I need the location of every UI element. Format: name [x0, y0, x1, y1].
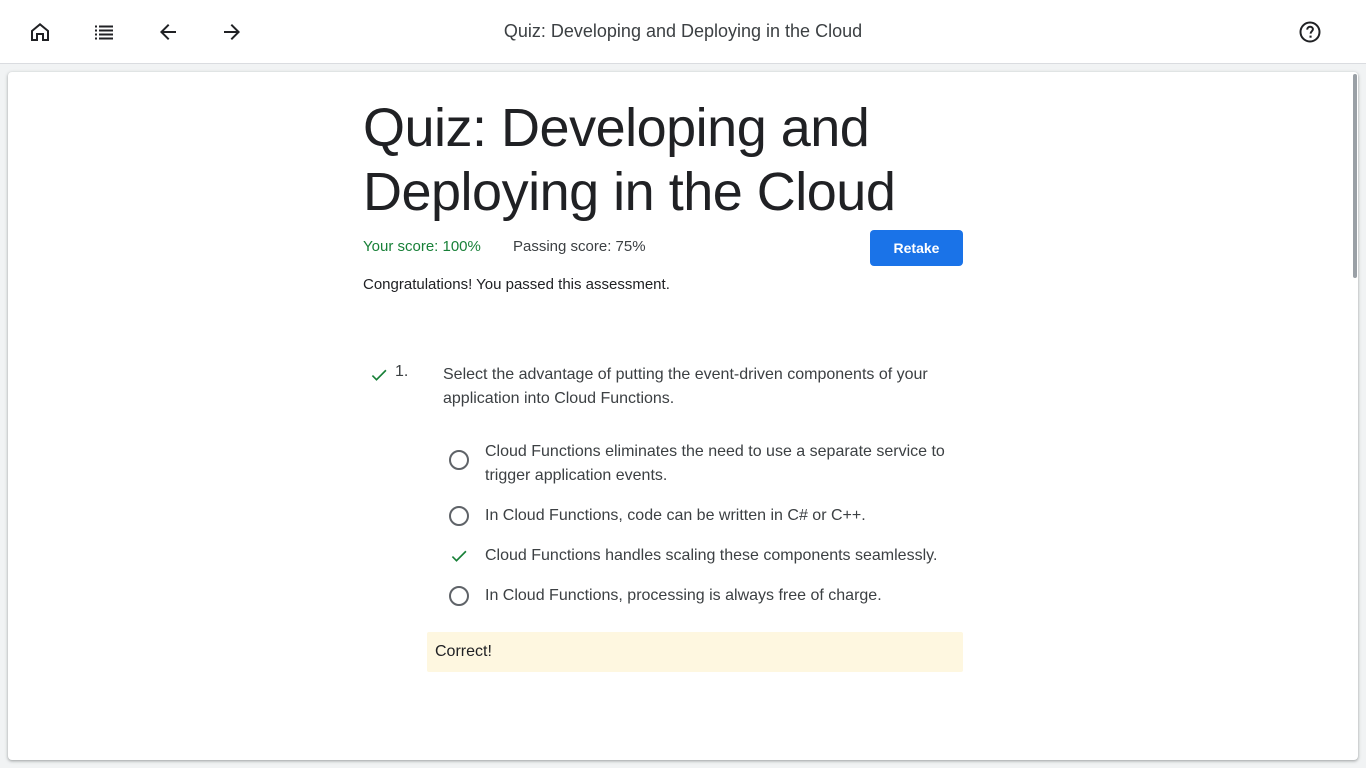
scrollbar[interactable] [1350, 72, 1358, 760]
option-text: In Cloud Functions, code can be written … [485, 507, 866, 524]
scrollbar-thumb[interactable] [1353, 74, 1357, 278]
question-1: 1. Select the advantage of putting the e… [363, 363, 963, 672]
next-button[interactable] [212, 12, 252, 52]
course-outline-button[interactable] [84, 12, 124, 52]
top-app-bar: Quiz: Developing and Deploying in the Cl… [0, 0, 1366, 64]
help-icon [1299, 21, 1321, 43]
list-icon [95, 25, 113, 40]
answer-option-correct[interactable]: Cloud Functions handles scaling these co… [449, 544, 963, 568]
check-icon [451, 550, 467, 562]
radio-button[interactable] [449, 506, 469, 526]
question-number: 1. [395, 363, 409, 380]
quiz-title: Quiz: Developing and Deploying in the Cl… [363, 98, 896, 222]
previous-button[interactable] [148, 12, 188, 52]
answer-options: Cloud Functions eliminates the need to u… [449, 440, 963, 608]
page-title: Quiz: Developing and Deploying in the Cl… [503, 21, 863, 41]
answer-feedback: Correct! [427, 632, 963, 672]
question-text: Select the advantage of putting the even… [443, 366, 928, 407]
question-correct-check-icon [371, 369, 387, 381]
congrats-message: Congratulations! You passed this assessm… [363, 276, 670, 293]
option-text: In Cloud Functions, processing is always… [485, 587, 882, 604]
option-text: Cloud Functions eliminates the need to u… [485, 443, 945, 484]
radio-button[interactable] [449, 450, 469, 470]
quiz-content: Quiz: Developing and Deploying in the Cl… [363, 96, 963, 672]
answer-option[interactable]: In Cloud Functions, processing is always… [449, 584, 963, 608]
retake-button[interactable]: Retake [870, 230, 963, 266]
option-text: Cloud Functions handles scaling these co… [485, 547, 938, 564]
radio-button[interactable] [449, 586, 469, 606]
quiz-card: Quiz: Developing and Deploying in the Cl… [8, 72, 1358, 760]
help-button[interactable] [1290, 12, 1330, 52]
home-icon [31, 23, 49, 41]
your-score: Your score: 100% [363, 238, 481, 255]
answer-option[interactable]: Cloud Functions eliminates the need to u… [449, 440, 963, 488]
arrow-forward-icon [224, 24, 240, 40]
score-row: Your score: 100% Passing score: 75% Reta… [363, 230, 963, 274]
answer-option[interactable]: In Cloud Functions, code can be written … [449, 504, 963, 528]
passing-score: Passing score: 75% [513, 238, 646, 255]
arrow-back-icon [160, 24, 176, 40]
home-button[interactable] [20, 12, 60, 52]
